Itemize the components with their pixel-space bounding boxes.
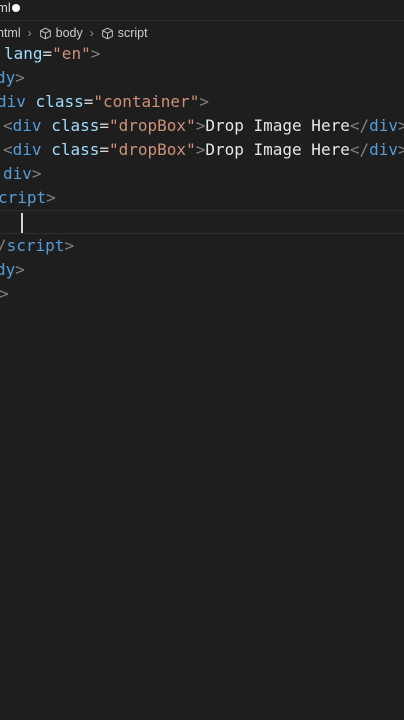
- code-area[interactable]: lang="en"> dy> div class="container"> <d…: [0, 42, 404, 306]
- breadcrumb: html › body › script: [0, 22, 404, 44]
- code-line[interactable]: /script>: [0, 234, 404, 258]
- tag-name: div: [12, 140, 42, 159]
- tag-bracket: >: [15, 68, 25, 87]
- code-line[interactable]: dy>: [0, 66, 404, 90]
- tag-name: div: [3, 164, 32, 183]
- tag-name: dy: [0, 260, 16, 279]
- tag-name: div: [0, 92, 26, 111]
- tag-bracket: <: [3, 140, 13, 159]
- attribute-name: class: [51, 140, 100, 159]
- breadcrumb-item-label: body: [55, 26, 83, 40]
- string-value: "dropBox": [109, 140, 196, 159]
- unsaved-dot-icon[interactable]: [12, 4, 20, 12]
- tag-bracket: >: [46, 188, 56, 207]
- breadcrumb-item-label: script: [117, 26, 148, 40]
- breadcrumb-item-body[interactable]: body: [39, 26, 83, 40]
- cube-icon: [39, 27, 52, 40]
- tag-bracket: >: [90, 44, 101, 63]
- breadcrumb-item-script[interactable]: script: [101, 26, 148, 40]
- code-line[interactable]: dy>: [0, 258, 404, 282]
- tag-name: dy: [0, 68, 16, 87]
- string-value: "dropBox": [109, 116, 196, 135]
- tag-name: div: [369, 140, 399, 159]
- breadcrumb-item-html[interactable]: html: [0, 26, 21, 40]
- tab-bar: ml: [0, 0, 404, 21]
- text-content: Drop Image Here: [205, 116, 350, 135]
- tag-name: cript: [0, 188, 47, 207]
- tag-bracket: </: [349, 140, 370, 159]
- text-caret: [21, 213, 23, 233]
- tag-name: div: [12, 116, 42, 135]
- operator: =: [99, 140, 109, 159]
- tag-bracket: >: [195, 116, 206, 135]
- code-line[interactable]: <div class="dropBox">Drop Image Here</di…: [0, 138, 404, 162]
- code-line[interactable]: div>: [0, 162, 404, 186]
- tag-bracket: >: [398, 140, 404, 159]
- tag-bracket: >: [195, 140, 206, 159]
- attribute-name: lang: [4, 44, 43, 63]
- tag-bracket: >: [31, 164, 42, 183]
- code-line[interactable]: cript>: [0, 186, 404, 210]
- code-line-current[interactable]: [0, 210, 404, 234]
- string-value: "container": [93, 92, 200, 111]
- cube-icon: [101, 27, 114, 40]
- tag-bracket: >: [398, 116, 404, 135]
- attribute-name: class: [51, 116, 100, 135]
- tab-title: ml: [0, 0, 11, 15]
- operator: =: [99, 116, 109, 135]
- breadcrumb-item-label: html: [0, 26, 21, 40]
- tag-bracket: /: [0, 236, 7, 255]
- code-line[interactable]: div class="container">: [0, 90, 404, 114]
- code-line[interactable]: <div class="dropBox">Drop Image Here</di…: [0, 114, 404, 138]
- tag-bracket: >: [15, 260, 25, 279]
- tag-name: div: [369, 116, 399, 135]
- attribute-name: class: [35, 92, 84, 111]
- code-line[interactable]: lang="en">: [0, 42, 404, 66]
- tag-bracket: >: [64, 236, 75, 255]
- tag-bracket: >: [0, 284, 9, 303]
- tag-bracket: >: [199, 92, 209, 111]
- tag-name: script: [6, 236, 65, 255]
- chevron-right-icon: ›: [27, 26, 32, 40]
- code-line[interactable]: >: [0, 282, 404, 306]
- text-content: Drop Image Here: [205, 140, 350, 159]
- tab-active-file[interactable]: ml: [0, 0, 28, 20]
- string-value: "en": [52, 44, 91, 63]
- operator: =: [42, 44, 53, 63]
- tag-bracket: <: [3, 116, 13, 135]
- operator: =: [83, 92, 94, 111]
- code-editor[interactable]: ml html › body › script lang="en"> dy> d…: [0, 0, 404, 720]
- tag-bracket: </: [349, 116, 370, 135]
- chevron-right-icon: ›: [89, 26, 94, 40]
